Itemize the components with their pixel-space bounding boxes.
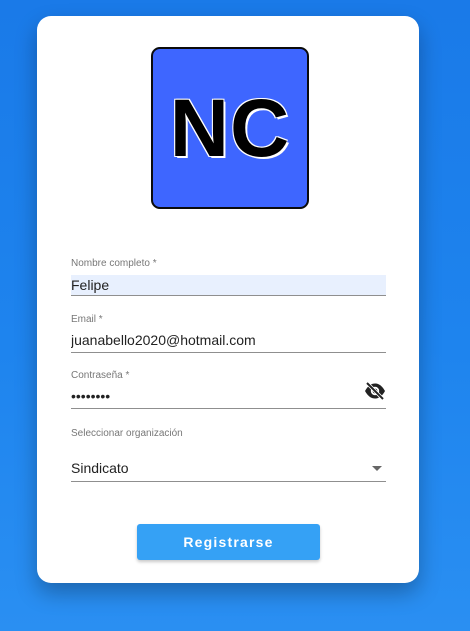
organization-field[interactable]: Seleccionar organización Sindicato [71,425,386,483]
register-button[interactable]: Registrarse [137,524,320,560]
organization-select-value[interactable]: Sindicato [71,460,129,476]
full-name-input[interactable] [71,275,386,295]
logo-text: NC [169,83,291,174]
password-label: Contraseña * [71,370,130,381]
full-name-underline [71,295,386,296]
organization-underline [71,481,386,482]
password-input[interactable] [71,386,356,406]
full-name-field: Nombre completo * [71,256,386,298]
organization-label: Seleccionar organización [71,428,183,439]
email-underline [71,352,386,353]
chevron-down-icon[interactable] [372,466,382,471]
email-label: Email * [71,314,103,325]
password-field: Contraseña * [71,368,386,410]
register-card: NC Nombre completo * Email * Contraseña … [37,16,419,583]
email-field: Email * [71,312,386,354]
eye-off-icon[interactable] [364,381,386,401]
full-name-label: Nombre completo * [71,258,157,269]
logo: NC [151,47,309,209]
email-input[interactable] [71,330,386,350]
password-underline [71,408,386,409]
